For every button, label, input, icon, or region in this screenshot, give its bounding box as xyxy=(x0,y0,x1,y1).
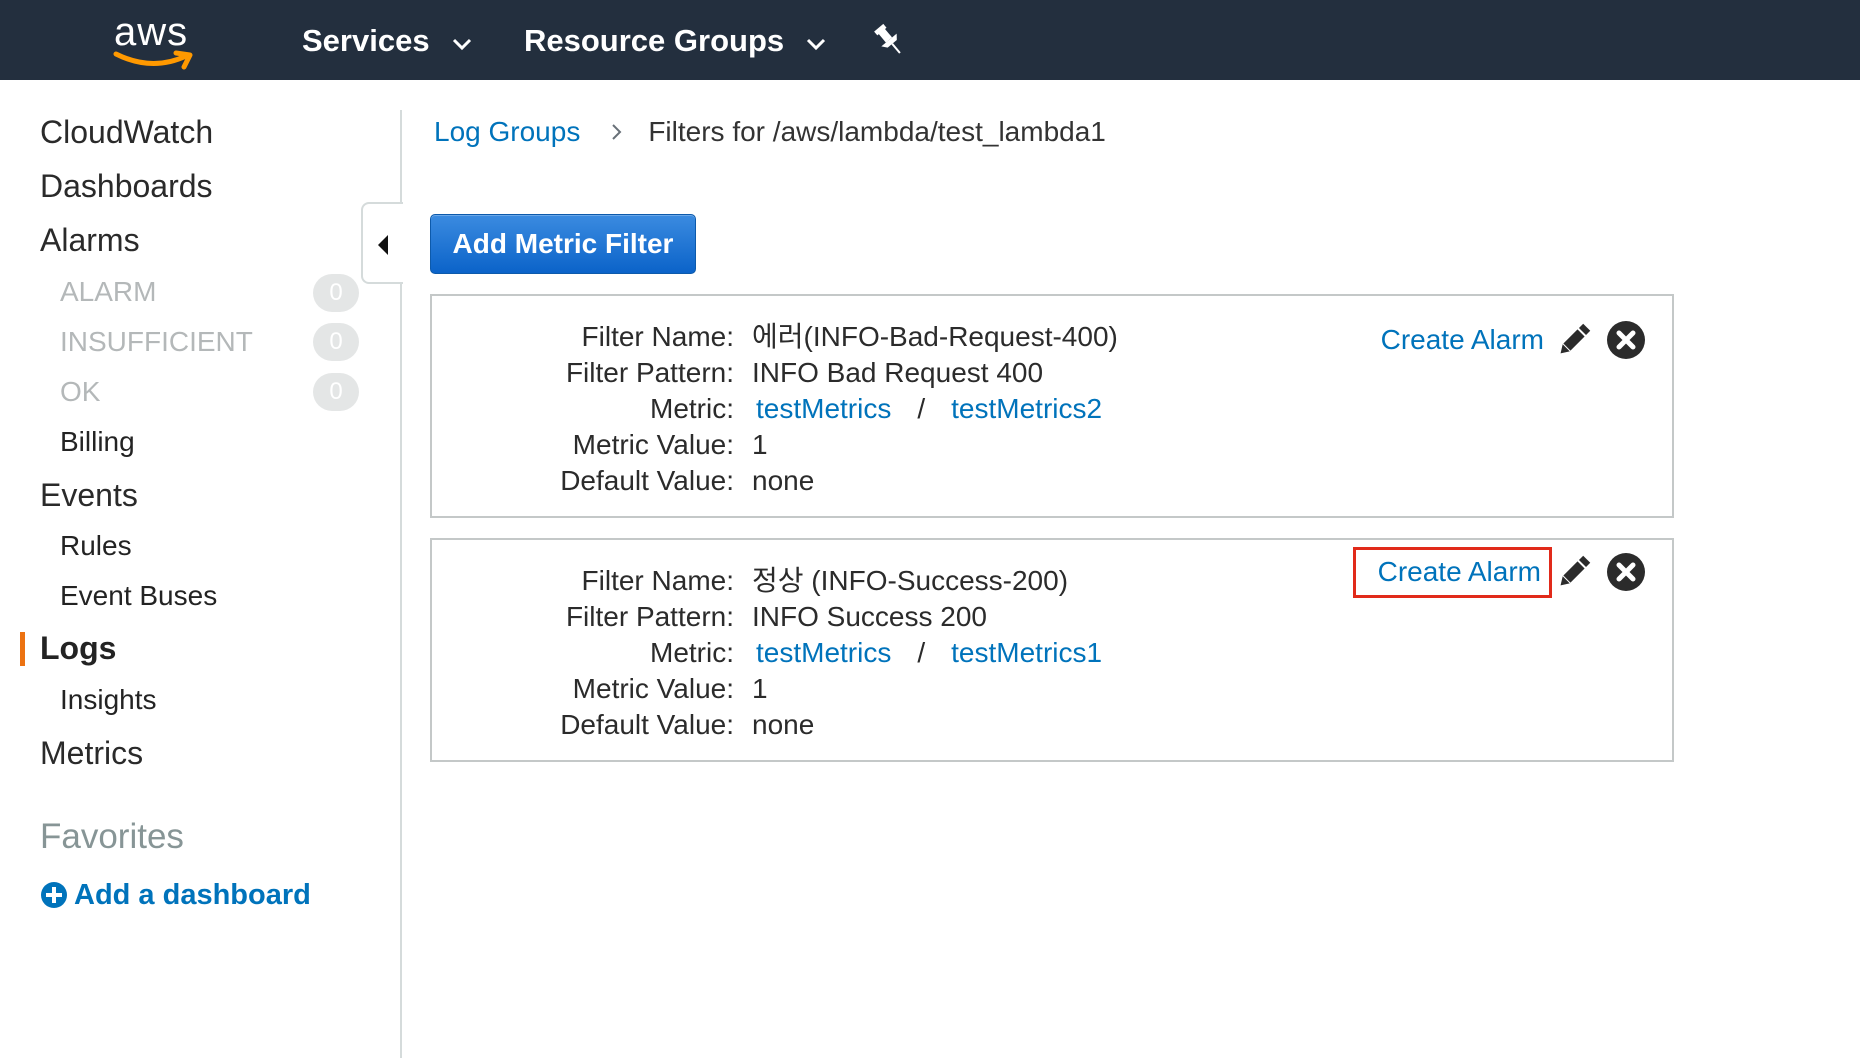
metric-value-group: testMetrics / testMetrics2 xyxy=(756,392,1102,426)
metric-separator: / xyxy=(917,393,926,424)
metric-value-value: 1 xyxy=(752,673,768,704)
metric-namespace-link[interactable]: testMetrics xyxy=(756,637,891,668)
metric-value-row: Metric Value: 1 xyxy=(432,428,1672,462)
resource-groups-menu[interactable]: Resource Groups xyxy=(524,22,826,60)
pin-icon[interactable] xyxy=(872,22,906,58)
filter-actions: Create Alarm xyxy=(1352,546,1646,598)
metric-label: Metric: xyxy=(650,637,734,668)
filter-pattern-label: Filter Pattern: xyxy=(565,357,734,388)
metric-row: Metric: testMetrics / testMetrics1 xyxy=(432,636,1672,670)
resource-groups-label: Resource Groups xyxy=(524,23,785,58)
active-item-indicator xyxy=(20,632,25,666)
insufficient-count-badge: 0 xyxy=(313,323,359,361)
create-alarm-link-highlighted[interactable]: Create Alarm xyxy=(1352,546,1552,598)
default-value-row: Default Value: none xyxy=(432,464,1672,498)
metric-separator: / xyxy=(917,637,926,668)
sidebar-item-rules[interactable]: Rules xyxy=(60,529,132,563)
close-circle-icon[interactable] xyxy=(1606,552,1646,592)
filter-pattern-label: Filter Pattern: xyxy=(565,601,734,632)
metric-namespace-link[interactable]: testMetrics xyxy=(756,393,891,424)
caret-left-icon xyxy=(378,235,388,255)
add-metric-filter-button[interactable]: Add Metric Filter xyxy=(430,214,696,274)
default-value-value: none xyxy=(752,709,815,740)
metric-filter-card: Filter Name: 정상 (INFO-Success-200) Filte… xyxy=(430,538,1674,762)
sidebar-item-metrics[interactable]: Metrics xyxy=(40,734,143,772)
metric-value-row: Metric Value: 1 xyxy=(432,672,1672,706)
sidebar-item-billing[interactable]: Billing xyxy=(60,425,135,459)
sidebar-item-logs[interactable]: Logs xyxy=(40,629,116,667)
pencil-icon[interactable] xyxy=(1554,552,1594,592)
metric-filter-card: Filter Name: 에러(INFO-Bad-Request-400) Fi… xyxy=(430,294,1674,518)
aws-logo-text: aws xyxy=(114,10,189,54)
filter-pattern-row: Filter Pattern: INFO Bad Request 400 xyxy=(432,356,1672,390)
filter-pattern-row: Filter Pattern: INFO Success 200 xyxy=(432,600,1672,634)
services-menu[interactable]: Services xyxy=(302,22,472,60)
alarm-count-badge: 0 xyxy=(313,274,359,312)
filter-name-label: Filter Name: xyxy=(581,565,734,596)
breadcrumb-log-groups-link[interactable]: Log Groups xyxy=(434,114,580,150)
filter-name-value: 에러(INFO-Bad-Request-400) xyxy=(752,321,1118,352)
sidebar-item-dashboards[interactable]: Dashboards xyxy=(40,167,213,205)
breadcrumb: Log Groups Filters for /aws/lambda/test_… xyxy=(434,114,1106,150)
top-navigation-bar: aws Services Resource Groups xyxy=(0,0,1860,80)
sidebar-item-alarm-state[interactable]: ALARM xyxy=(60,275,156,309)
filter-actions: Create Alarm xyxy=(1381,320,1646,360)
aws-logo[interactable]: aws xyxy=(110,10,200,70)
sidebar-item-insights[interactable]: Insights xyxy=(60,683,157,717)
add-dashboard-link[interactable]: Add a dashboard xyxy=(40,877,311,913)
sidebar-item-event-buses[interactable]: Event Buses xyxy=(60,579,217,613)
create-alarm-link[interactable]: Create Alarm xyxy=(1381,323,1544,357)
filter-pattern-value: INFO Bad Request 400 xyxy=(752,357,1044,388)
metric-name-link[interactable]: testMetrics2 xyxy=(951,393,1102,424)
metric-value-group: testMetrics / testMetrics1 xyxy=(756,636,1102,670)
favorites-heading: Favorites xyxy=(40,817,184,856)
close-circle-icon[interactable] xyxy=(1606,320,1646,360)
ok-count-badge: 0 xyxy=(313,373,359,411)
sidebar-item-insufficient-state[interactable]: INSUFFICIENT xyxy=(60,325,253,359)
default-value-row: Default Value: none xyxy=(432,708,1672,742)
default-value-label: Default Value: xyxy=(560,709,734,740)
metric-value-label: Metric Value: xyxy=(572,429,734,460)
filter-name-label: Filter Name: xyxy=(581,321,734,352)
sidebar-collapse-toggle[interactable] xyxy=(361,202,403,284)
default-value-value: none xyxy=(752,465,815,496)
aws-smile-icon xyxy=(113,50,193,70)
sidebar-item-cloudwatch[interactable]: CloudWatch xyxy=(40,113,213,151)
default-value-label: Default Value: xyxy=(560,465,734,496)
plus-circle-icon xyxy=(41,882,67,908)
filter-name-value: 정상 (INFO-Success-200) xyxy=(752,565,1069,596)
chevron-down-icon xyxy=(806,22,826,60)
pencil-icon[interactable] xyxy=(1554,320,1594,360)
chevron-right-icon xyxy=(610,114,622,150)
add-dashboard-label: Add a dashboard xyxy=(74,879,311,911)
filter-pattern-value: INFO Success 200 xyxy=(752,601,987,632)
sidebar-item-alarms[interactable]: Alarms xyxy=(40,221,140,259)
metric-row: Metric: testMetrics / testMetrics2 xyxy=(432,392,1672,426)
metric-value-value: 1 xyxy=(752,429,768,460)
services-label: Services xyxy=(302,23,430,58)
metric-name-link[interactable]: testMetrics1 xyxy=(951,637,1102,668)
chevron-down-icon xyxy=(452,22,472,60)
breadcrumb-current: Filters for /aws/lambda/test_lambda1 xyxy=(648,116,1106,147)
sidebar-item-ok-state[interactable]: OK xyxy=(60,375,100,409)
sidebar-item-events[interactable]: Events xyxy=(40,476,138,514)
metric-label: Metric: xyxy=(650,393,734,424)
metric-value-label: Metric Value: xyxy=(572,673,734,704)
